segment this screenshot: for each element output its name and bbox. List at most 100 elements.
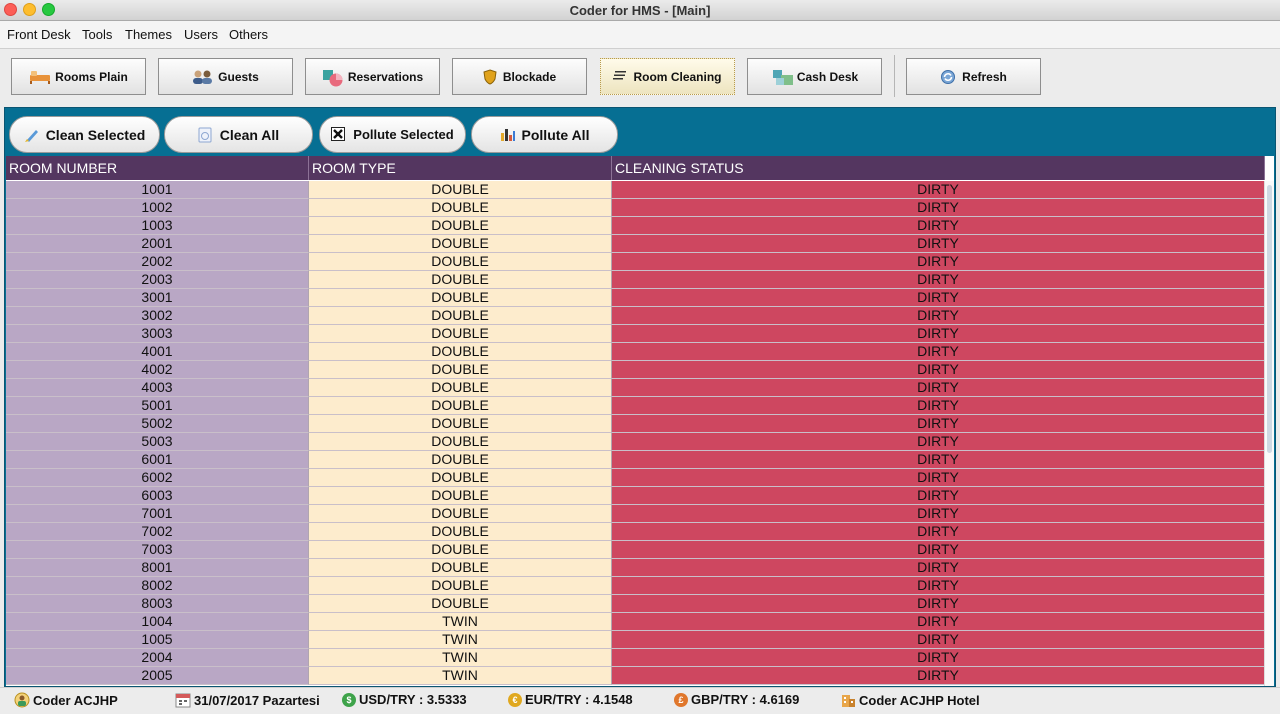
room-number-cell[interactable]: 1003 — [6, 217, 309, 235]
room-type-cell[interactable]: DOUBLE — [309, 523, 612, 541]
table-row[interactable]: 2003 DOUBLE DIRTY — [6, 271, 1265, 289]
room-number-cell[interactable]: 5003 — [6, 433, 309, 451]
room-number-cell[interactable]: 1004 — [6, 613, 309, 631]
room-number-cell[interactable]: 2002 — [6, 253, 309, 271]
menu-front-desk[interactable]: Front Desk — [7, 27, 71, 42]
cleaning-status-cell[interactable]: DIRTY — [612, 217, 1265, 235]
cleaning-status-cell[interactable]: DIRTY — [612, 181, 1265, 199]
room-type-cell[interactable]: DOUBLE — [309, 325, 612, 343]
cleaning-status-cell[interactable]: DIRTY — [612, 289, 1265, 307]
menu-users[interactable]: Users — [184, 27, 218, 42]
room-type-cell[interactable]: TWIN — [309, 631, 612, 649]
room-type-cell[interactable]: DOUBLE — [309, 487, 612, 505]
cleaning-status-cell[interactable]: DIRTY — [612, 325, 1265, 343]
room-number-cell[interactable]: 1002 — [6, 199, 309, 217]
room-type-cell[interactable]: TWIN — [309, 613, 612, 631]
cleaning-status-cell[interactable]: DIRTY — [612, 631, 1265, 649]
room-number-cell[interactable]: 2003 — [6, 271, 309, 289]
table-row[interactable]: 5003 DOUBLE DIRTY — [6, 433, 1265, 451]
blockade-button[interactable]: Blockade — [452, 58, 587, 95]
guests-button[interactable]: Guests — [158, 58, 293, 95]
room-number-cell[interactable]: 1001 — [6, 181, 309, 199]
table-row[interactable]: 6002 DOUBLE DIRTY — [6, 469, 1265, 487]
cleaning-status-cell[interactable]: DIRTY — [612, 559, 1265, 577]
room-type-cell[interactable]: DOUBLE — [309, 415, 612, 433]
room-number-cell[interactable]: 6001 — [6, 451, 309, 469]
table-row[interactable]: 3003 DOUBLE DIRTY — [6, 325, 1265, 343]
room-number-cell[interactable]: 8002 — [6, 577, 309, 595]
room-number-cell[interactable]: 2004 — [6, 649, 309, 667]
table-row[interactable]: 6001 DOUBLE DIRTY — [6, 451, 1265, 469]
room-type-cell[interactable]: DOUBLE — [309, 541, 612, 559]
room-type-cell[interactable]: DOUBLE — [309, 577, 612, 595]
room-type-cell[interactable]: DOUBLE — [309, 181, 612, 199]
table-row[interactable]: 6003 DOUBLE DIRTY — [6, 487, 1265, 505]
room-number-cell[interactable]: 7002 — [6, 523, 309, 541]
vertical-scrollbar[interactable] — [1264, 181, 1274, 686]
cash-desk-button[interactable]: Cash Desk — [747, 58, 882, 95]
room-type-cell[interactable]: DOUBLE — [309, 343, 612, 361]
room-type-cell[interactable]: DOUBLE — [309, 559, 612, 577]
table-row[interactable]: 2005 TWIN DIRTY — [6, 667, 1265, 685]
room-number-cell[interactable]: 8003 — [6, 595, 309, 613]
header-cleaning-status[interactable]: CLEANING STATUS — [612, 156, 1265, 180]
room-type-cell[interactable]: DOUBLE — [309, 217, 612, 235]
room-number-cell[interactable]: 3002 — [6, 307, 309, 325]
cleaning-status-cell[interactable]: DIRTY — [612, 649, 1265, 667]
room-type-cell[interactable]: DOUBLE — [309, 469, 612, 487]
cleaning-status-cell[interactable]: DIRTY — [612, 469, 1265, 487]
room-number-cell[interactable]: 1005 — [6, 631, 309, 649]
table-row[interactable]: 1005 TWIN DIRTY — [6, 631, 1265, 649]
cleaning-status-cell[interactable]: DIRTY — [612, 613, 1265, 631]
table-row[interactable]: 5002 DOUBLE DIRTY — [6, 415, 1265, 433]
table-row[interactable]: 4001 DOUBLE DIRTY — [6, 343, 1265, 361]
room-type-cell[interactable]: DOUBLE — [309, 595, 612, 613]
room-type-cell[interactable]: DOUBLE — [309, 271, 612, 289]
table-row[interactable]: 2002 DOUBLE DIRTY — [6, 253, 1265, 271]
table-row[interactable]: 1002 DOUBLE DIRTY — [6, 199, 1265, 217]
room-type-cell[interactable]: DOUBLE — [309, 199, 612, 217]
room-number-cell[interactable]: 8001 — [6, 559, 309, 577]
room-type-cell[interactable]: TWIN — [309, 649, 612, 667]
table-row[interactable]: 4002 DOUBLE DIRTY — [6, 361, 1265, 379]
cleaning-status-cell[interactable]: DIRTY — [612, 415, 1265, 433]
room-type-cell[interactable]: DOUBLE — [309, 307, 612, 325]
room-number-cell[interactable]: 4002 — [6, 361, 309, 379]
cleaning-status-cell[interactable]: DIRTY — [612, 577, 1265, 595]
room-type-cell[interactable]: TWIN — [309, 667, 612, 685]
menu-others[interactable]: Others — [229, 27, 268, 42]
room-number-cell[interactable]: 7001 — [6, 505, 309, 523]
pollute-all-button[interactable]: Pollute All — [471, 116, 618, 153]
cleaning-status-cell[interactable]: DIRTY — [612, 253, 1265, 271]
room-number-cell[interactable]: 6002 — [6, 469, 309, 487]
table-row[interactable]: 7003 DOUBLE DIRTY — [6, 541, 1265, 559]
reservations-button[interactable]: Reservations — [305, 58, 440, 95]
cleaning-status-cell[interactable]: DIRTY — [612, 361, 1265, 379]
cleaning-status-cell[interactable]: DIRTY — [612, 235, 1265, 253]
table-row[interactable]: 1004 TWIN DIRTY — [6, 613, 1265, 631]
cleaning-status-cell[interactable]: DIRTY — [612, 307, 1265, 325]
cleaning-status-cell[interactable]: DIRTY — [612, 271, 1265, 289]
refresh-button[interactable]: Refresh — [906, 58, 1041, 95]
table-row[interactable]: 8001 DOUBLE DIRTY — [6, 559, 1265, 577]
cleaning-status-cell[interactable]: DIRTY — [612, 541, 1265, 559]
clean-all-button[interactable]: Clean All — [164, 116, 313, 153]
cleaning-status-cell[interactable]: DIRTY — [612, 397, 1265, 415]
room-cleaning-button[interactable]: Room Cleaning — [600, 58, 735, 95]
room-type-cell[interactable]: DOUBLE — [309, 235, 612, 253]
room-number-cell[interactable]: 6003 — [6, 487, 309, 505]
room-type-cell[interactable]: DOUBLE — [309, 397, 612, 415]
cleaning-status-cell[interactable]: DIRTY — [612, 343, 1265, 361]
pollute-selected-button[interactable]: Pollute Selected — [319, 116, 466, 153]
cleaning-status-cell[interactable]: DIRTY — [612, 199, 1265, 217]
room-number-cell[interactable]: 2001 — [6, 235, 309, 253]
table-row[interactable]: 7002 DOUBLE DIRTY — [6, 523, 1265, 541]
room-number-cell[interactable]: 2005 — [6, 667, 309, 685]
room-type-cell[interactable]: DOUBLE — [309, 433, 612, 451]
cleaning-status-cell[interactable]: DIRTY — [612, 433, 1265, 451]
table-row[interactable]: 4003 DOUBLE DIRTY — [6, 379, 1265, 397]
room-number-cell[interactable]: 7003 — [6, 541, 309, 559]
table-row[interactable]: 1003 DOUBLE DIRTY — [6, 217, 1265, 235]
cleaning-status-cell[interactable]: DIRTY — [612, 451, 1265, 469]
room-type-cell[interactable]: DOUBLE — [309, 451, 612, 469]
